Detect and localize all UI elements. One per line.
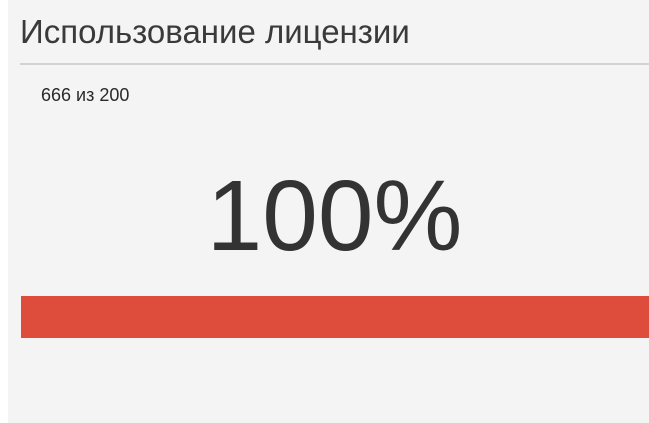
license-usage-count: 666 из 200 (41, 85, 130, 105)
title-divider (20, 63, 649, 65)
license-usage-percent: 100% (206, 160, 463, 272)
license-usage-widget: Использование лицензии 666 из 200 100% (8, 0, 649, 423)
license-usage-progress-bar (21, 296, 649, 338)
license-usage-progress-fill (21, 296, 649, 338)
widget-title: Использование лицензии (20, 13, 410, 50)
